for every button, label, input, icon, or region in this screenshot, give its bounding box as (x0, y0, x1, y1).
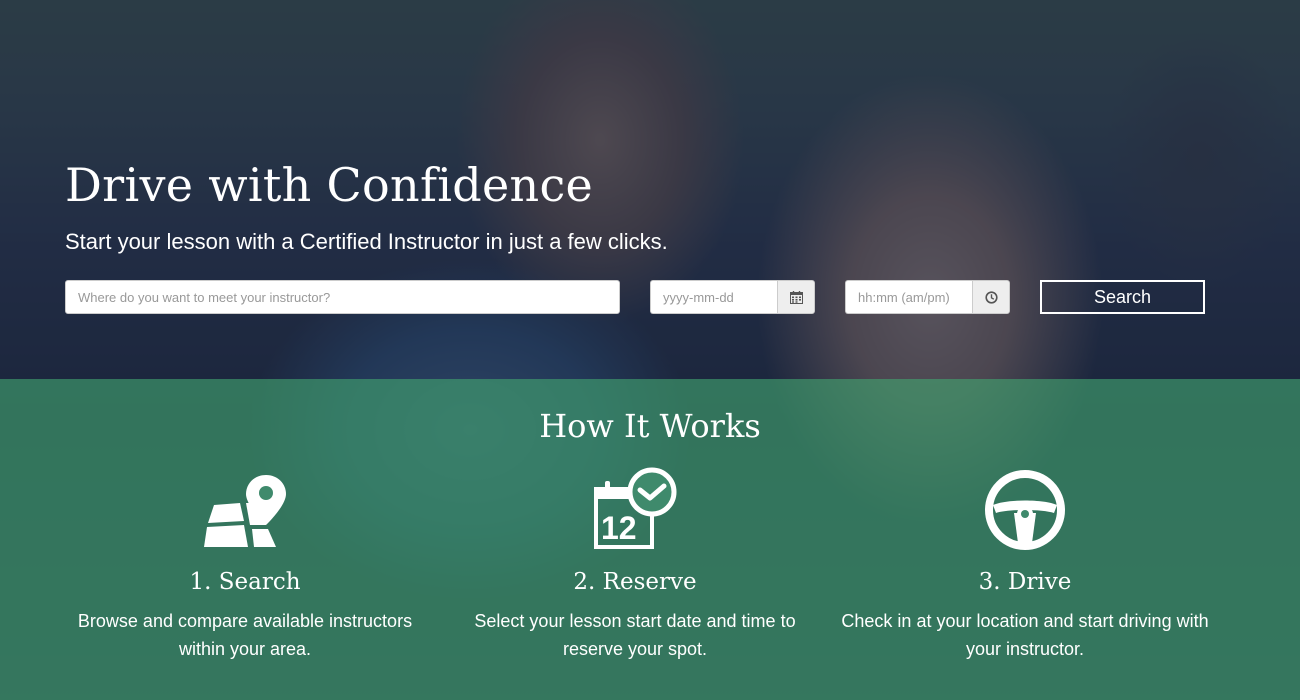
time-input[interactable] (845, 280, 972, 314)
date-picker-button[interactable] (777, 280, 815, 314)
step-drive-title: 3. Drive (978, 569, 1072, 595)
hero-section: Drive with Confidence Start your lesson … (0, 0, 1300, 379)
how-it-works-title: How It Works (539, 407, 761, 445)
step-search-title: 1. Search (189, 569, 301, 595)
time-picker-button[interactable] (972, 280, 1010, 314)
steering-wheel-icon (985, 470, 1065, 550)
calendar-icon (789, 290, 803, 304)
time-picker (845, 280, 1010, 314)
step-drive: 3. Drive Check in at your location and s… (830, 467, 1220, 663)
date-picker (650, 280, 815, 314)
step-reserve: 12 2. Reserve Select your lesson start d… (440, 467, 830, 663)
calendar-clock-icon: 12 (594, 467, 677, 549)
map-pin-icon (204, 475, 286, 547)
date-input[interactable] (650, 280, 777, 314)
step-search-description: Browse and compare available instructors… (77, 611, 413, 659)
step-reserve-description: Select your lesson start date and time t… (474, 611, 796, 659)
step-drive-description: Check in at your location and start driv… (841, 611, 1209, 659)
calendar-number: 12 (601, 510, 637, 546)
hero-subtitle: Start your lesson with a Certified Instr… (65, 229, 668, 254)
location-input[interactable] (65, 280, 620, 314)
how-it-works-section: How It Works 1. Search Browse and compar… (0, 379, 1300, 700)
step-search: 1. Search Browse and compare available i… (50, 467, 440, 663)
clock-icon (984, 290, 998, 304)
hero-title: Drive with Confidence (65, 158, 594, 212)
search-button[interactable]: Search (1040, 280, 1205, 314)
step-reserve-title: 2. Reserve (573, 569, 697, 595)
